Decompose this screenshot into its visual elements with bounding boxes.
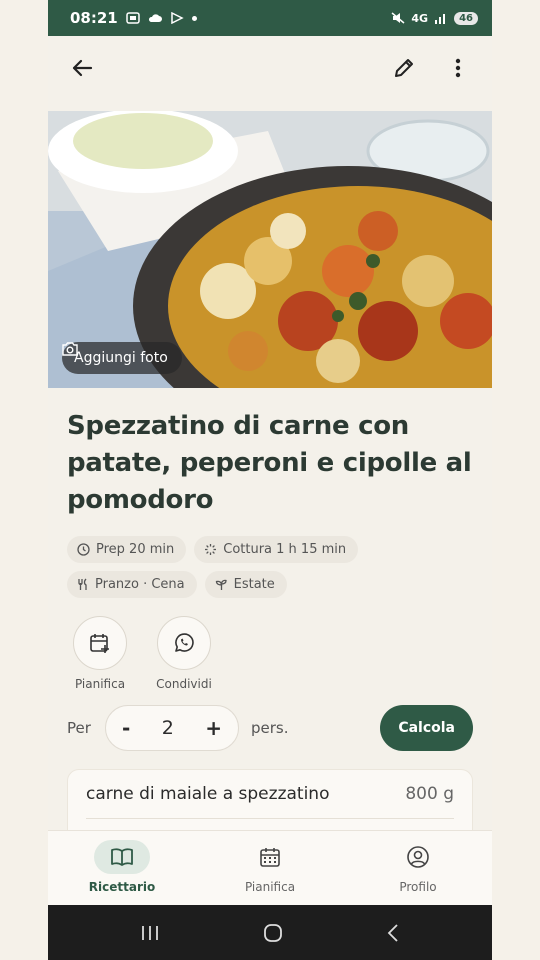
mute-icon [391, 12, 405, 24]
recipe-actions: Pianifica Condividi [67, 616, 473, 691]
nav-pill [390, 840, 446, 874]
prep-time: Prep 20 min [96, 542, 175, 557]
servings-value: 2 [161, 717, 174, 739]
nav-label-pianifica: Pianifica [244, 880, 296, 894]
ingredient-row: carne di maiale a spezzatino 800 g [86, 784, 454, 819]
play-store-icon [171, 12, 184, 24]
recipe-details: Spezzatino di carne con patate, peperoni… [48, 388, 492, 849]
nav-active-indicator [94, 840, 150, 874]
edit-button[interactable] [390, 54, 418, 82]
system-navigation-bar [48, 905, 492, 960]
cook-time: Cottura 1 h 15 min [223, 542, 347, 557]
signal-icon [435, 14, 446, 24]
servings-per-label: Per [67, 719, 91, 737]
meal-chip: Pranzo · Cena [67, 571, 197, 598]
add-photo-label: Aggiungi foto [74, 350, 168, 366]
screenshot-icon [126, 12, 140, 24]
cloud-icon [148, 14, 162, 22]
home-icon[interactable] [263, 923, 283, 943]
sprout-icon [215, 579, 227, 590]
share-button[interactable]: Condividi [156, 616, 212, 691]
nav-item-pianifica[interactable]: Pianifica [196, 831, 344, 905]
share-button-circle[interactable] [157, 616, 211, 670]
season-chip: Estate [204, 571, 287, 598]
recipe-title: Spezzatino di carne con patate, peperoni… [67, 411, 472, 515]
back-button[interactable] [68, 54, 96, 82]
servings-stepper: - 2 + [105, 705, 239, 751]
bottom-navigation: Ricettario Pianifica Profilo [48, 830, 492, 905]
decrease-servings-button[interactable]: - [122, 716, 130, 740]
ingredient-name: carne di maiale a spezzatino [86, 784, 330, 804]
nav-item-ricettario[interactable]: Ricettario [48, 831, 196, 905]
time-chips: Prep 20 min Cottura 1 h 15 min [67, 536, 473, 563]
app-bar [48, 36, 492, 100]
network-type: 4G [411, 11, 429, 25]
clock-icon [77, 543, 90, 556]
increase-servings-button[interactable]: + [205, 716, 222, 740]
camera-icon [62, 342, 78, 356]
servings-unit-label: pers. [251, 719, 289, 737]
book-icon [111, 848, 133, 866]
calendar-plus-icon [90, 634, 109, 653]
prep-time-chip: Prep 20 min [67, 536, 187, 563]
ingredient-quantity: 800 g [405, 784, 454, 804]
recent-apps-icon[interactable] [140, 924, 160, 942]
meal-type: Pranzo · Cena [95, 577, 185, 592]
more-options-button[interactable] [444, 54, 472, 82]
season: Estate [233, 577, 275, 592]
nav-item-profilo[interactable]: Profilo [344, 831, 492, 905]
nav-label-ricettario: Ricettario [88, 880, 156, 894]
arrow-back-icon [72, 59, 93, 77]
profile-icon [407, 846, 429, 868]
phone-screen: 08:21 4G 46 Aggiungi foto Spezzatino di … [48, 0, 492, 960]
notification-dot-icon [191, 15, 197, 21]
add-photo-button[interactable]: Aggiungi foto [62, 342, 182, 374]
category-chips: Pranzo · Cena Estate [67, 571, 473, 598]
pencil-icon [395, 59, 413, 77]
status-bar: 08:21 4G 46 [48, 0, 492, 36]
recipe-photo: Aggiungi foto [48, 111, 492, 388]
nav-pill [242, 840, 298, 874]
back-nav-icon[interactable] [386, 923, 400, 943]
status-time: 08:21 [70, 9, 118, 27]
loader-icon [205, 544, 217, 555]
cook-time-chip: Cottura 1 h 15 min [194, 536, 359, 563]
battery-level: 46 [454, 11, 478, 25]
calendar-icon [260, 848, 280, 867]
plan-label: Pianifica [74, 677, 126, 691]
whatsapp-icon [175, 633, 194, 652]
plan-button-circle[interactable] [73, 616, 127, 670]
share-label: Condividi [156, 677, 212, 691]
more-vert-icon [455, 58, 461, 78]
calculate-button[interactable]: Calcola [380, 705, 473, 751]
utensils-icon [78, 578, 87, 590]
servings-row: Per - 2 + pers. Calcola [67, 705, 473, 751]
plan-button[interactable]: Pianifica [72, 616, 128, 691]
nav-label-profilo: Profilo [399, 880, 437, 894]
